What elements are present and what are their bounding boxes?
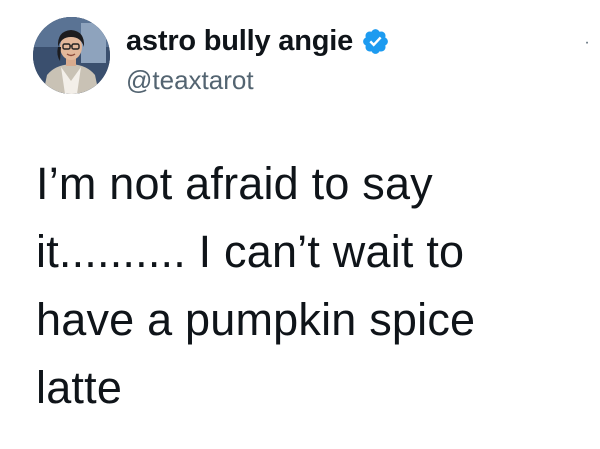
avatar[interactable] bbox=[33, 17, 110, 94]
display-name-row: astro bully angie bbox=[126, 21, 390, 61]
display-name[interactable]: astro bully angie bbox=[126, 25, 353, 58]
verified-badge-icon bbox=[361, 27, 390, 56]
tweet-header: astro bully angie @teaxtarot · bbox=[33, 17, 593, 97]
tweet-text: I’m not afraid to say it.......... I can… bbox=[36, 158, 476, 413]
author-names: astro bully angie @teaxtarot bbox=[126, 21, 390, 96]
more-icon[interactable]: · bbox=[581, 35, 593, 59]
handle[interactable]: @teaxtarot bbox=[126, 65, 390, 96]
tweet-card: astro bully angie @teaxtarot · I’m not a… bbox=[0, 0, 600, 449]
avatar-image bbox=[33, 17, 110, 94]
